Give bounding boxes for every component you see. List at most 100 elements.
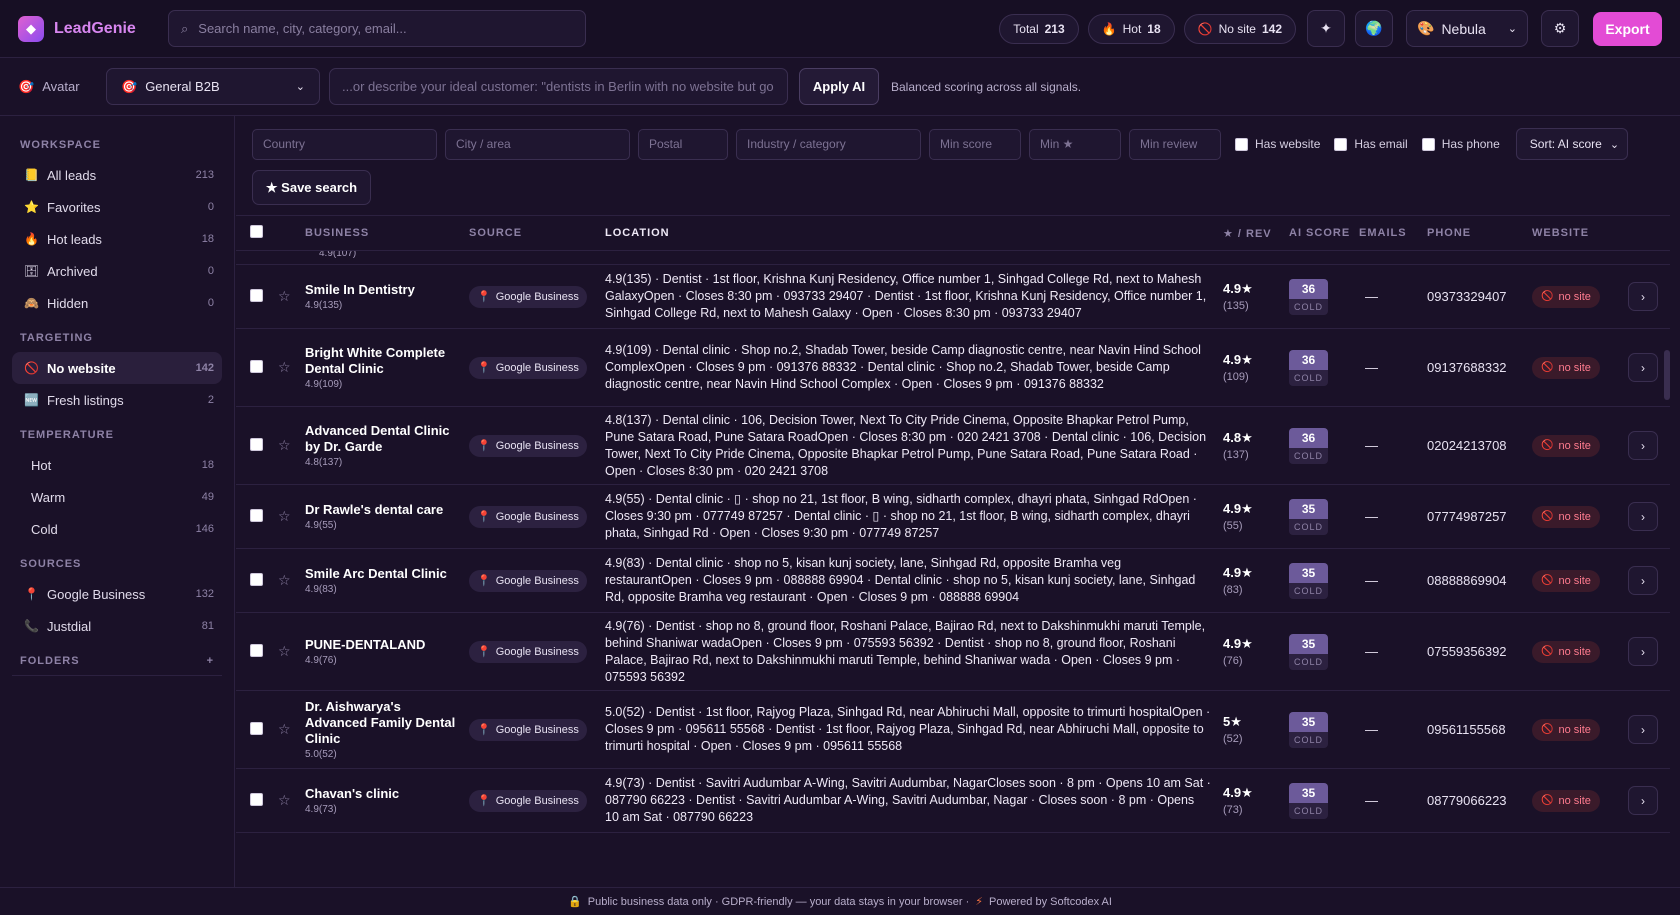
sidebar-item-warm[interactable]: Warm 49 xyxy=(12,481,222,513)
business-name[interactable]: Chavan's clinic xyxy=(305,786,459,802)
open-lead-button[interactable]: › xyxy=(1628,637,1658,666)
table-row[interactable]: ☆ Advanced Dental Clinic by Dr. Garde 4.… xyxy=(236,407,1670,485)
sidebar-item-all-leads[interactable]: 📒 All leads 213 xyxy=(12,159,222,191)
theme-select[interactable]: 🎨 Nebula ⌄ xyxy=(1406,10,1528,47)
settings-button[interactable]: ⚙ xyxy=(1541,10,1579,47)
phone-value[interactable]: 07774987257 xyxy=(1427,509,1532,524)
phone-value[interactable]: 09373329407 xyxy=(1427,289,1532,304)
row-checkbox[interactable] xyxy=(250,643,263,657)
checkbox-box[interactable] xyxy=(1334,137,1348,151)
business-name[interactable]: Dr Rawle's dental care xyxy=(305,502,459,518)
describe-customer-input[interactable] xyxy=(342,79,775,94)
favorite-star-icon[interactable]: ☆ xyxy=(278,288,305,305)
search-bar[interactable]: ⌕ xyxy=(168,10,586,47)
city-filter[interactable] xyxy=(445,128,630,160)
has-email-checkbox[interactable]: Has email xyxy=(1334,137,1408,151)
business-name[interactable]: Smile In Dentistry xyxy=(305,282,459,298)
open-lead-button[interactable]: › xyxy=(1628,566,1658,595)
header-rating[interactable]: ★ / REV xyxy=(1223,227,1289,240)
phone-value[interactable]: 09561155568 xyxy=(1427,722,1532,737)
favorite-star-icon[interactable]: ☆ xyxy=(278,721,305,738)
header-ai-score[interactable]: AI SCORE xyxy=(1289,227,1359,239)
ai-score-value: 35 xyxy=(1289,711,1328,732)
search-input[interactable] xyxy=(198,21,559,36)
checkbox-box[interactable] xyxy=(1421,137,1435,151)
favorite-star-icon[interactable]: ☆ xyxy=(278,508,305,525)
phone-value[interactable]: 08888869904 xyxy=(1427,573,1532,588)
row-checkbox[interactable] xyxy=(250,572,263,586)
avatar-select[interactable]: 🎯 General B2B ⌄ xyxy=(106,68,320,105)
header-emails[interactable]: EMAILS xyxy=(1359,227,1427,239)
app-logo[interactable]: ◆ LeadGenie xyxy=(18,15,150,42)
table-row[interactable]: ☆ Bright White Complete Dental Clinic 4.… xyxy=(236,329,1670,407)
scrollbar[interactable] xyxy=(1664,350,1670,400)
header-source[interactable]: SOURCE xyxy=(469,227,605,239)
country-filter[interactable] xyxy=(252,128,437,160)
phone-value[interactable]: 07559356392 xyxy=(1427,644,1532,659)
business-name[interactable]: Dr. Aishwarya's Advanced Family Dental C… xyxy=(305,699,459,747)
sidebar-item-archived[interactable]: 🗄 Archived 0 xyxy=(12,255,222,287)
globe-button[interactable]: 🌍 xyxy=(1355,10,1393,47)
row-checkbox[interactable] xyxy=(250,792,263,806)
row-checkbox[interactable] xyxy=(250,359,263,373)
business-name[interactable]: Smile Arc Dental Clinic xyxy=(305,566,459,582)
table-row[interactable]: ☆ Dr. Aishwarya's Advanced Family Dental… xyxy=(236,691,1670,769)
phone-value[interactable]: 09137688332 xyxy=(1427,360,1532,375)
apply-ai-button[interactable]: Apply AI xyxy=(799,68,879,105)
row-checkbox[interactable] xyxy=(250,437,263,451)
min-score-filter[interactable] xyxy=(929,128,1021,160)
open-lead-button[interactable]: › xyxy=(1628,353,1658,382)
header-website[interactable]: WEBSITE xyxy=(1532,227,1628,239)
ai-score-cell: 35 COLD xyxy=(1289,782,1359,819)
export-button[interactable]: Export xyxy=(1593,11,1662,46)
has-phone-checkbox[interactable]: Has phone xyxy=(1421,137,1500,151)
sidebar-item-fresh-listings[interactable]: 🆕 Fresh listings 2 xyxy=(12,384,222,416)
row-checkbox[interactable] xyxy=(250,288,263,302)
open-lead-button[interactable]: › xyxy=(1628,786,1658,815)
describe-customer-field[interactable] xyxy=(329,68,788,105)
select-all-checkbox[interactable] xyxy=(250,225,263,238)
favorite-star-icon[interactable]: ☆ xyxy=(278,437,305,454)
business-name[interactable]: PUNE-DENTALAND xyxy=(305,637,459,653)
sidebar-item-google-business[interactable]: 📍 Google Business 132 xyxy=(12,578,222,610)
sidebar-item-favorites[interactable]: ⭐ Favorites 0 xyxy=(12,191,222,223)
table-row[interactable]: ☆ PUNE-DENTALAND 4.9(76) 📍 Google Busine… xyxy=(236,613,1670,691)
table-row[interactable]: ☆ Dr Rawle's dental care 4.9(55) 📍 Googl… xyxy=(236,485,1670,549)
row-checkbox[interactable] xyxy=(250,721,263,735)
open-lead-button[interactable]: › xyxy=(1628,282,1658,311)
open-lead-button[interactable]: › xyxy=(1628,715,1658,744)
open-lead-button[interactable]: › xyxy=(1628,502,1658,531)
favorite-star-icon[interactable]: ☆ xyxy=(278,792,305,809)
phone-value[interactable]: 02024213708 xyxy=(1427,438,1532,453)
min-review-filter[interactable] xyxy=(1129,128,1221,160)
sparkle-button[interactable]: ✦ xyxy=(1307,10,1345,47)
sidebar-item-no-website[interactable]: 🚫 No website 142 xyxy=(12,352,222,384)
header-phone[interactable]: PHONE xyxy=(1427,227,1532,239)
checkbox-box[interactable] xyxy=(1235,137,1248,151)
open-lead-button[interactable]: › xyxy=(1628,431,1658,460)
sidebar-item-justdial[interactable]: 📞 Justdial 81 xyxy=(12,610,222,642)
has-website-checkbox[interactable]: Has website xyxy=(1235,137,1320,151)
postal-filter[interactable] xyxy=(638,128,728,160)
favorite-star-icon[interactable]: ☆ xyxy=(278,359,305,376)
sidebar-item-hot[interactable]: Hot 18 xyxy=(12,449,222,481)
industry-filter[interactable] xyxy=(736,128,921,160)
table-row[interactable]: ☆ Smile Arc Dental Clinic 4.9(83) 📍 Goog… xyxy=(236,549,1670,613)
sort-select[interactable]: Sort: AI score ⌄ xyxy=(1515,128,1629,160)
favorite-star-icon[interactable]: ☆ xyxy=(278,572,305,589)
sidebar-item-cold[interactable]: Cold 146 xyxy=(12,513,222,545)
save-search-button[interactable]: ★ Save search xyxy=(252,170,371,205)
sidebar-item-hot-leads[interactable]: 🔥 Hot leads 18 xyxy=(12,223,222,255)
add-folder-button[interactable]: + xyxy=(207,655,214,667)
table-row[interactable]: ☆ Smile In Dentistry 4.9(135) 📍 Google B… xyxy=(236,265,1670,329)
header-location[interactable]: LOCATION xyxy=(605,225,1223,242)
business-name[interactable]: Advanced Dental Clinic by Dr. Garde xyxy=(305,423,459,455)
favorite-star-icon[interactable]: ☆ xyxy=(278,643,305,660)
header-business[interactable]: BUSINESS xyxy=(305,227,469,239)
min-star-filter[interactable] xyxy=(1029,128,1121,160)
table-row[interactable]: ☆ Chavan's clinic 4.9(73) 📍 Google Busin… xyxy=(236,769,1670,833)
phone-value[interactable]: 08779066223 xyxy=(1427,793,1532,808)
sidebar-item-hidden[interactable]: 🙈 Hidden 0 xyxy=(12,287,222,319)
business-name[interactable]: Bright White Complete Dental Clinic xyxy=(305,345,459,377)
row-checkbox[interactable] xyxy=(250,508,263,522)
